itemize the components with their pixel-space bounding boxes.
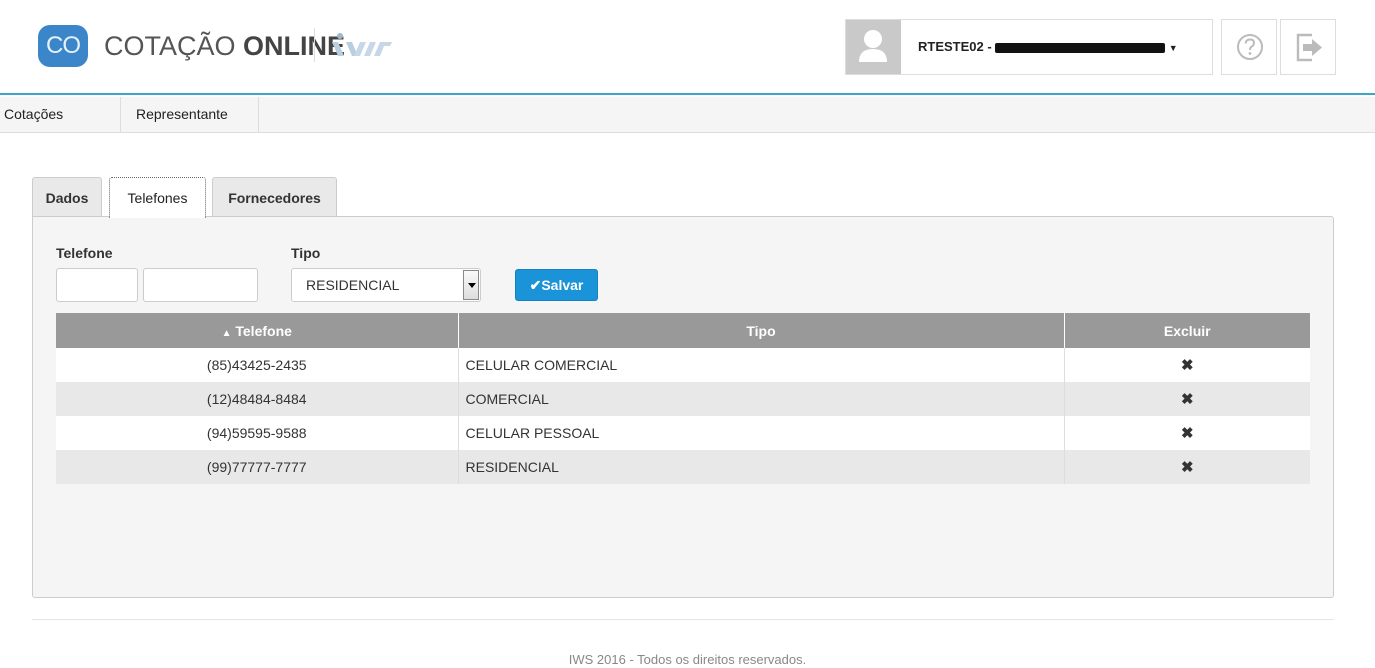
type-cell: RESIDENCIAL (458, 450, 1065, 484)
type-cell: COMERCIAL (458, 382, 1065, 416)
tipo-select-value: RESIDENCIAL (306, 277, 400, 293)
column-header-tipo[interactable]: Tipo (458, 313, 1065, 348)
column-header-excluir: Excluir (1064, 313, 1310, 348)
delete-icon[interactable]: ✖ (1064, 450, 1310, 484)
main-menu: Cotações Representante (0, 97, 1375, 133)
table-row: (12)48484-8484 COMERCIAL ✖ (56, 382, 1310, 416)
ddd-input[interactable] (56, 268, 138, 302)
column-header-telefone[interactable]: ▲ Telefone (56, 313, 459, 348)
avatar (846, 20, 901, 74)
type-cell: CELULAR PESSOAL (458, 416, 1065, 450)
logo-text-light: COTAÇÃO (104, 31, 244, 61)
delete-icon[interactable]: ✖ (1064, 348, 1310, 382)
app-logo-badge: CO (38, 25, 88, 67)
app-logo-text: COTAÇÃO ONLINE (104, 31, 345, 62)
tab-dados[interactable]: Dados (32, 177, 102, 217)
menu-item-representante[interactable]: Representante (121, 97, 259, 133)
table-row: (94)59595-9588 CELULAR PESSOAL ✖ (56, 416, 1310, 450)
iws-logo (332, 33, 392, 56)
phone-cell: (99)77777-7777 (56, 450, 459, 484)
check-icon: ✔ (529, 277, 542, 293)
tab-telefones[interactable]: Telefones (109, 177, 206, 218)
tipo-select[interactable]: RESIDENCIAL (291, 268, 481, 302)
table-row: (85)43425-2435 CELULAR COMERCIAL ✖ (56, 348, 1310, 382)
telefones-panel: Telefone Tipo RESIDENCIAL ✔Salvar ▲ Tele… (32, 216, 1334, 598)
type-cell: CELULAR COMERCIAL (458, 348, 1065, 382)
save-button[interactable]: ✔Salvar (515, 269, 598, 301)
phone-cell: (94)59595-9588 (56, 416, 459, 450)
footer-copyright: IWS 2016 - Todos os direitos reservados. (568, 652, 807, 667)
user-code: RTESTE02 - (918, 39, 992, 54)
footer-divider (32, 619, 1334, 620)
user-menu[interactable]: RTESTE02 - ▼ (845, 19, 1213, 75)
phone-number-input[interactable] (143, 268, 258, 302)
logout-icon (1296, 33, 1322, 62)
delete-icon[interactable]: ✖ (1064, 416, 1310, 450)
app-header: CO COTAÇÃO ONLINE RTESTE02 - ▼ (0, 0, 1375, 95)
logo-divider (314, 28, 315, 62)
tab-fornecedores[interactable]: Fornecedores (212, 177, 337, 217)
save-button-label: Salvar (541, 277, 584, 293)
help-button[interactable] (1221, 19, 1277, 75)
telefone-label: Telefone (56, 245, 113, 261)
phones-table: ▲ Telefone Tipo Excluir (85)43425-2435 C… (56, 313, 1310, 484)
table-row: (99)77777-7777 RESIDENCIAL ✖ (56, 450, 1310, 484)
column-header-telefone-label: Telefone (235, 322, 292, 339)
user-silhouette-icon (859, 30, 887, 62)
sort-asc-icon: ▲ (221, 327, 232, 339)
phone-cell: (85)43425-2435 (56, 348, 459, 382)
phone-cell: (12)48484-8484 (56, 382, 459, 416)
select-arrow-icon[interactable] (463, 270, 479, 300)
caret-down-icon: ▼ (1168, 42, 1178, 53)
menu-item-cotacoes[interactable]: Cotações (0, 97, 121, 133)
user-name[interactable]: RTESTE02 - ▼ (918, 39, 1178, 54)
tipo-label: Tipo (291, 245, 321, 261)
delete-icon[interactable]: ✖ (1064, 382, 1310, 416)
help-icon (1237, 34, 1263, 60)
table-header-row: ▲ Telefone Tipo Excluir (56, 313, 1310, 348)
redacted-name (994, 42, 1165, 53)
logout-button[interactable] (1280, 19, 1336, 75)
